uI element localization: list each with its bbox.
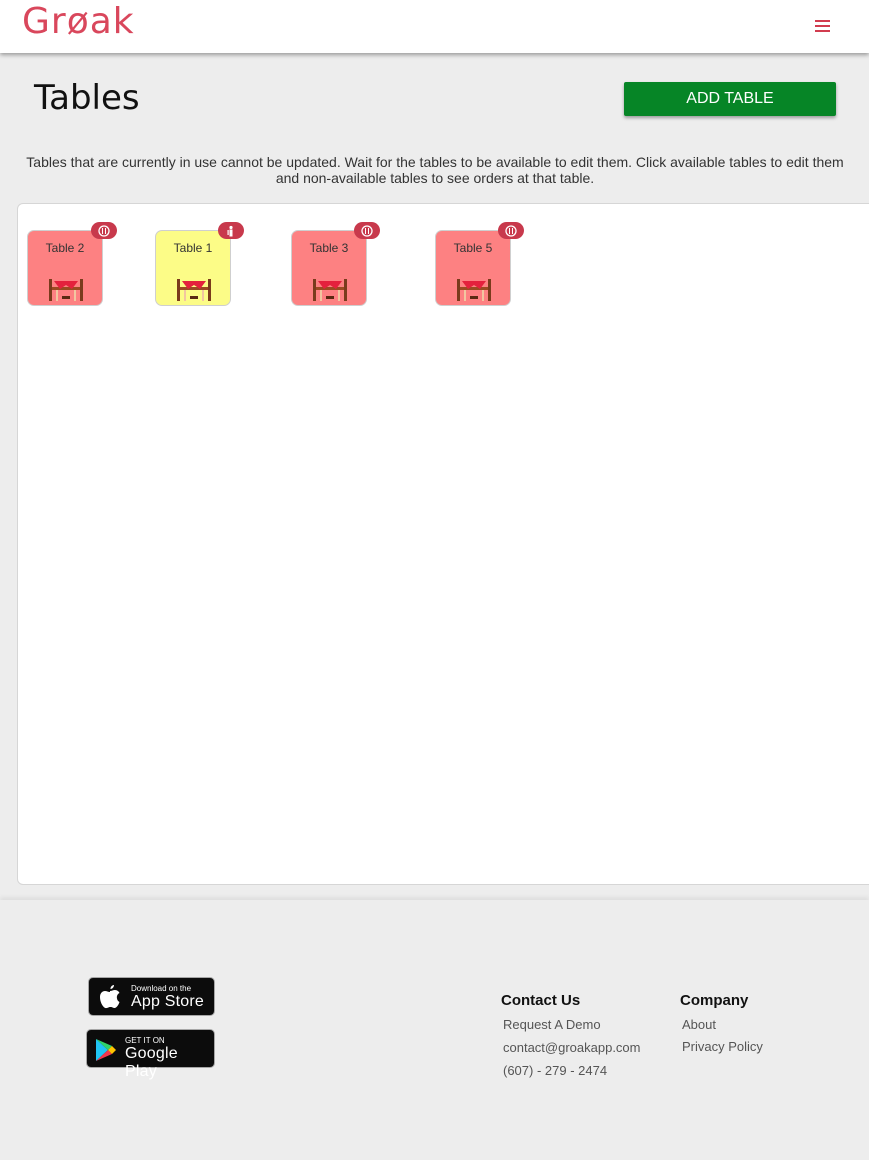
tables-description: Tables that are currently in use cannot … bbox=[26, 154, 844, 186]
dining-table-icon bbox=[313, 279, 347, 301]
app-store-button[interactable]: Download on the App Store bbox=[88, 977, 215, 1016]
groak-logo[interactable]: Grøak bbox=[22, 2, 135, 42]
table-card-table-1[interactable]: Table 1 bbox=[155, 230, 231, 306]
page-footer: Download on the App Store GET IT ON Goog… bbox=[0, 900, 869, 1160]
hamburger-menu-icon[interactable] bbox=[815, 20, 831, 34]
about-link[interactable]: About bbox=[682, 1017, 716, 1032]
page-title: Tables bbox=[34, 78, 140, 118]
top-navbar: Grøak bbox=[0, 0, 869, 53]
table-label: Table 5 bbox=[453, 241, 493, 255]
google-play-small-text: GET IT ON bbox=[125, 1036, 165, 1045]
table-label: Table 3 bbox=[309, 241, 349, 255]
contact-us-heading: Contact Us bbox=[501, 992, 581, 1009]
person-icon bbox=[218, 222, 244, 239]
utensils-icon bbox=[91, 222, 117, 239]
privacy-policy-link[interactable]: Privacy Policy bbox=[682, 1039, 763, 1054]
contact-email-link[interactable]: contact@groakapp.com bbox=[503, 1040, 641, 1055]
google-play-button[interactable]: GET IT ON Google Play bbox=[86, 1029, 215, 1080]
contact-phone-link[interactable]: (607) - 279 - 2474 bbox=[503, 1063, 607, 1078]
table-card-table-2[interactable]: Table 2 bbox=[27, 230, 103, 306]
utensils-icon bbox=[498, 222, 524, 239]
dining-table-icon bbox=[457, 279, 491, 301]
request-demo-link[interactable]: Request A Demo bbox=[503, 1017, 601, 1032]
google-play-icon bbox=[96, 1039, 116, 1061]
google-play-big-text: Google Play bbox=[125, 1045, 178, 1080]
app-store-big-text: App Store bbox=[131, 993, 204, 1010]
company-heading: Company bbox=[680, 992, 749, 1009]
dining-table-icon bbox=[177, 279, 211, 301]
dining-table-icon bbox=[49, 279, 83, 301]
apple-icon bbox=[100, 985, 120, 1009]
app-store-small-text: Download on the bbox=[131, 984, 192, 993]
table-card-table-3[interactable]: Table 3 bbox=[291, 230, 367, 306]
table-card-table-5[interactable]: Table 5 bbox=[435, 230, 511, 306]
utensils-icon bbox=[354, 222, 380, 239]
table-label: Table 1 bbox=[173, 241, 213, 255]
table-label: Table 2 bbox=[45, 241, 85, 255]
add-table-button[interactable]: ADD TABLE bbox=[624, 82, 836, 116]
